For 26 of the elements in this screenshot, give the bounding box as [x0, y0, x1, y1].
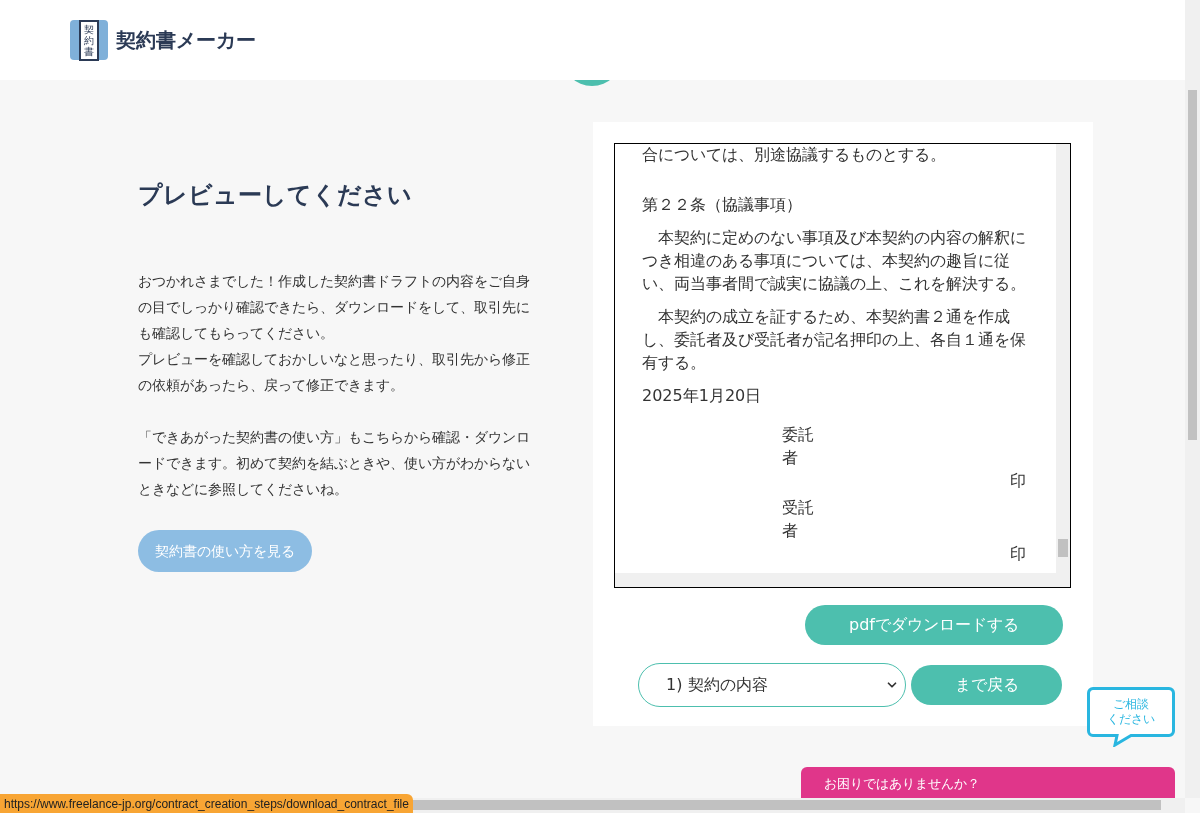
contract-paragraph: 本契約に定めのない事項及び本契約の内容の解釈につき相違のある事項については、本契約の趣旨に従い、両当事者間で誠実に協議の上、これを解決する。: [642, 227, 1026, 295]
page-horizontal-scrollbar[interactable]: [412, 798, 1185, 813]
intro-paragraph: おつかれさまでした！作成した契約書ドラフトの内容をご自身の目でしっかり確認できたら、ダウンロードをして、取引先にも確認してもらってください。: [138, 272, 531, 343]
status-url: https://www.freelance-jp.org/contract_creation_steps/download_contract_file: [0, 794, 413, 813]
horizontal-scrollbar[interactable]: [615, 573, 1056, 587]
contract-paragraph: 本契約の成立を証するため、本契約書２通を作成し、委託者及び受託者が記名押印の上、各自１通を保有する。: [642, 306, 1026, 374]
window-scrollbar[interactable]: [1185, 0, 1200, 798]
download-button[interactable]: pdfでダウンロードする: [805, 605, 1063, 645]
contract-text: 合については、別途協議するものとする。: [642, 144, 947, 166]
back-button[interactable]: まで戻る: [911, 665, 1062, 705]
book-logo-icon: 契約書: [70, 20, 108, 60]
party-label: 委託者: [782, 424, 814, 469]
party-label: 受託者: [782, 497, 814, 542]
consult-bubble[interactable]: ご相談 ください: [1087, 687, 1175, 747]
intro-paragraph: プレビューを確認しておかしいなと思ったり、取引先から修正の依頼があったら、戻って修正できます。: [138, 350, 531, 395]
page-title: プレビューしてください: [138, 180, 413, 211]
contract-text: 2025年1月20日: [642, 385, 763, 407]
seal-mark: 印: [1010, 543, 1026, 565]
article-heading: 第２２条（協議事項）: [642, 194, 803, 216]
brand-name: 契約書メーカー: [116, 27, 256, 54]
step-select[interactable]: 1) 契約の内容: [638, 663, 906, 707]
guide-button[interactable]: 契約書の使い方を見る: [138, 530, 312, 572]
vertical-scrollbar[interactable]: [1056, 144, 1070, 587]
intro-paragraph: 「できあがった契約書の使い方」もこちらから確認・ダウンロードできます。初めて契約を結ぶときや、使い方がわからないときなどに参照してくださいね。: [138, 428, 531, 499]
seal-mark: 印: [1010, 470, 1026, 492]
help-bar[interactable]: お困りではありませんか？: [801, 767, 1175, 801]
